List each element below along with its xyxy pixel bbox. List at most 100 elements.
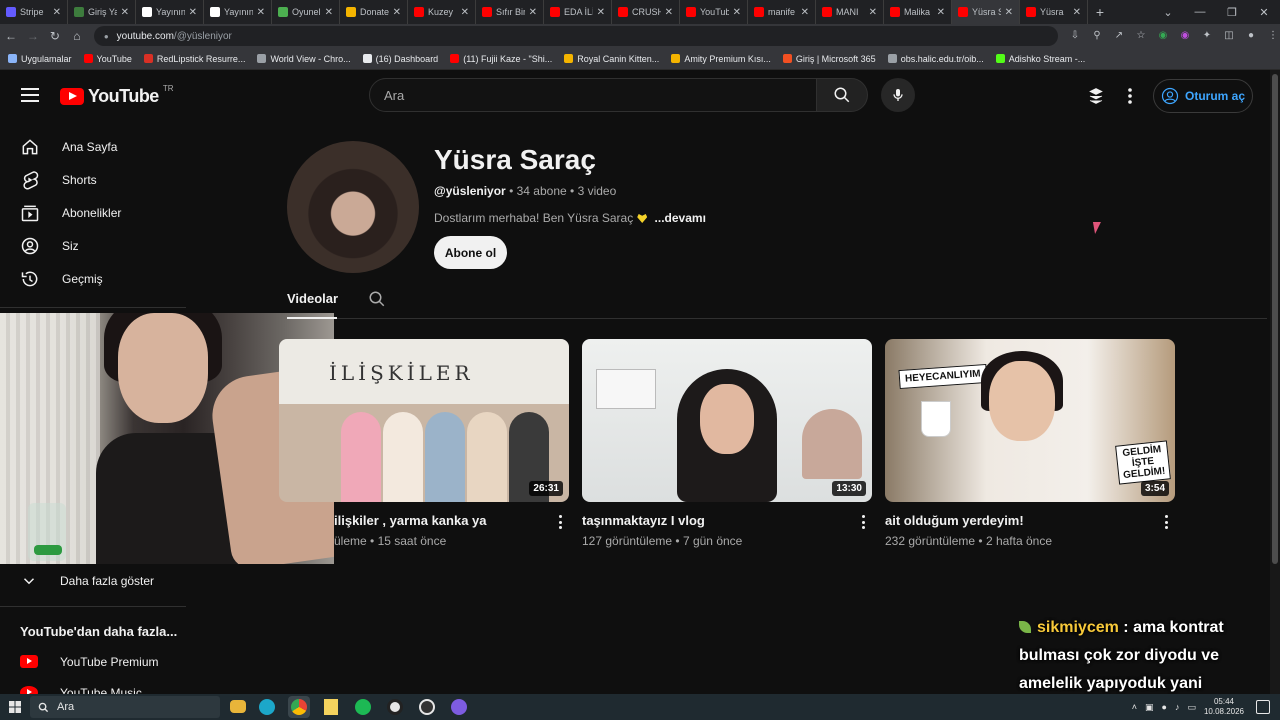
- profile-icon[interactable]: ●: [1244, 29, 1258, 43]
- channel-search-button[interactable]: [368, 290, 386, 313]
- video-title[interactable]: taşınmaktayız I vlog: [582, 513, 705, 528]
- tab-close-icon[interactable]: ✕: [1005, 7, 1013, 18]
- sidepanel-icon[interactable]: ◫: [1222, 29, 1236, 43]
- tab-close-icon[interactable]: ✕: [733, 7, 741, 18]
- bookmark-item[interactable]: obs.halic.edu.tr/oib...: [887, 54, 984, 64]
- address-bar[interactable]: ● youtube.com/@yüsleniyor: [93, 26, 1058, 46]
- bookmark-item[interactable]: YouTube: [83, 54, 132, 64]
- video-card[interactable]: HEYECANLIYIM GELDİM İŞTE GELDİM! 3:54 ai…: [885, 339, 1175, 548]
- spotify-icon[interactable]: [352, 696, 374, 718]
- tab-close-icon[interactable]: ✕: [461, 7, 469, 18]
- browser-tab[interactable]: Yayının ✕: [136, 0, 204, 24]
- video-options-icon[interactable]: [559, 515, 563, 529]
- extension-purple-icon[interactable]: ◉: [1178, 29, 1192, 43]
- edge-icon[interactable]: [256, 696, 278, 718]
- back-icon[interactable]: ←: [0, 29, 22, 43]
- home-browser-icon[interactable]: ⌂: [66, 29, 88, 43]
- browser-tab[interactable]: Donate ✕: [340, 0, 408, 24]
- create-button[interactable]: [1086, 86, 1106, 106]
- bookmark-item[interactable]: Royal Canin Kitten...: [564, 54, 659, 64]
- video-title[interactable]: ilişkiler , yarma kanka ya: [334, 513, 487, 528]
- video-thumbnail[interactable]: İLİŞKİLER 26:31: [279, 339, 569, 502]
- new-tab-icon[interactable]: +: [1088, 4, 1112, 20]
- video-card[interactable]: 13:30 taşınmaktayız I vlog 127 görüntüle…: [582, 339, 872, 548]
- description-more-link[interactable]: ...devamı: [655, 211, 706, 225]
- subscribe-button[interactable]: Abone ol: [434, 236, 507, 269]
- sidebar-item-shorts[interactable]: Shorts: [0, 163, 186, 196]
- browser-tab[interactable]: Yüsra ✕: [1020, 0, 1088, 24]
- tab-close-icon[interactable]: ✕: [121, 7, 129, 18]
- bookmark-item[interactable]: Giriş | Microsoft 365: [782, 54, 876, 64]
- browser-tab[interactable]: Oyunel ✕: [272, 0, 340, 24]
- taskbar-search[interactable]: Ara: [30, 696, 220, 718]
- show-more-button[interactable]: Daha fazla göster: [0, 564, 186, 597]
- channel-description[interactable]: Dostlarım merhaba! Ben Yüsra Saraç ...de…: [434, 211, 706, 225]
- star-icon[interactable]: ☆: [1134, 29, 1148, 43]
- close-window-icon[interactable]: ✕: [1248, 6, 1280, 19]
- video-thumbnail[interactable]: HEYECANLIYIM GELDİM İŞTE GELDİM! 3:54: [885, 339, 1175, 502]
- tab-close-icon[interactable]: ✕: [869, 7, 877, 18]
- zoom-icon[interactable]: ⚲: [1090, 29, 1104, 43]
- browser-tab[interactable]: Malika ✕: [884, 0, 952, 24]
- search-input[interactable]: Ara: [369, 78, 817, 112]
- sidebar-item-home[interactable]: Ana Sayfa: [0, 130, 186, 163]
- mic-tray-icon[interactable]: ●: [1162, 702, 1167, 712]
- tab-close-icon[interactable]: ✕: [937, 7, 945, 18]
- tab-close-icon[interactable]: ✕: [189, 7, 197, 18]
- bookmark-item[interactable]: Uygulamalar: [8, 54, 72, 64]
- browser-tab[interactable]: EDA İLİ ✕: [544, 0, 612, 24]
- obs-icon[interactable]: [384, 696, 406, 718]
- menu-icon[interactable]: [21, 88, 39, 102]
- browser-tab[interactable]: MANI ✕: [816, 0, 884, 24]
- browser-tab[interactable]: CRUSH ✕: [612, 0, 680, 24]
- tab-videos[interactable]: Videolar: [287, 291, 338, 306]
- sidebar-item-premium[interactable]: YouTube Premium: [0, 645, 186, 678]
- browser-menu-icon[interactable]: ⋮: [1266, 29, 1280, 43]
- app-icon[interactable]: [416, 696, 438, 718]
- volume-icon[interactable]: ♪: [1175, 702, 1180, 712]
- start-button[interactable]: [0, 701, 30, 713]
- reload-icon[interactable]: ↻: [44, 29, 66, 43]
- notifications-icon[interactable]: [1256, 700, 1270, 714]
- tab-search-icon[interactable]: ⌄: [1152, 6, 1184, 19]
- settings-kebab-icon[interactable]: [1120, 86, 1140, 106]
- restore-icon[interactable]: ❐: [1216, 6, 1248, 19]
- tab-close-icon[interactable]: ✕: [1073, 7, 1081, 18]
- bookmark-item[interactable]: World View - Chro...: [257, 54, 351, 64]
- tray-chevron-icon[interactable]: ˄: [1132, 702, 1137, 712]
- browser-tab[interactable]: Yayının ✕: [204, 0, 272, 24]
- tab-close-icon[interactable]: ✕: [529, 7, 537, 18]
- scrollbar-thumb[interactable]: [1272, 74, 1278, 564]
- extensions-puzzle-icon[interactable]: ✦: [1200, 29, 1214, 43]
- taskbar-clock[interactable]: 05:44 10.08.2026: [1204, 697, 1244, 717]
- youtube-logo[interactable]: YouTube TR: [60, 84, 174, 107]
- browser-tab[interactable]: Kuzey ✕: [408, 0, 476, 24]
- browser-tab[interactable]: Giriş Ya ✕: [68, 0, 136, 24]
- search-button[interactable]: [816, 78, 868, 112]
- notes-app-icon[interactable]: [320, 696, 342, 718]
- video-options-icon[interactable]: [1165, 515, 1169, 529]
- forward-icon[interactable]: →: [22, 29, 44, 43]
- sidebar-item-subscriptions[interactable]: Abonelikler: [0, 196, 186, 229]
- file-explorer-icon[interactable]: [230, 700, 246, 713]
- sidebar-item-history[interactable]: Geçmiş: [0, 262, 186, 295]
- browser-tab[interactable]: Stripe ✕: [0, 0, 68, 24]
- tab-close-icon[interactable]: ✕: [325, 7, 333, 18]
- tab-close-icon[interactable]: ✕: [53, 7, 61, 18]
- share-icon[interactable]: ↗: [1112, 29, 1126, 43]
- display-icon[interactable]: ▭: [1187, 702, 1196, 713]
- voice-search-button[interactable]: [881, 78, 915, 112]
- browser-tab[interactable]: manife ✕: [748, 0, 816, 24]
- network-icon[interactable]: ▣: [1145, 702, 1154, 713]
- bookmark-item[interactable]: Amity Premium Kısı...: [671, 54, 771, 64]
- tab-close-icon[interactable]: ✕: [801, 7, 809, 18]
- video-options-icon[interactable]: [862, 515, 866, 529]
- tab-close-icon[interactable]: ✕: [597, 7, 605, 18]
- extension-shield-icon[interactable]: ◉: [1156, 29, 1170, 43]
- sidebar-item-user[interactable]: Siz: [0, 229, 186, 262]
- tab-close-icon[interactable]: ✕: [393, 7, 401, 18]
- video-card[interactable]: İLİŞKİLER 26:31 ilişkiler , yarma kanka …: [279, 339, 569, 548]
- video-title[interactable]: ait olduğum yerdeyim!: [885, 513, 1024, 528]
- minimize-icon[interactable]: —: [1184, 6, 1216, 18]
- bookmark-item[interactable]: Adishko Stream -...: [995, 54, 1085, 64]
